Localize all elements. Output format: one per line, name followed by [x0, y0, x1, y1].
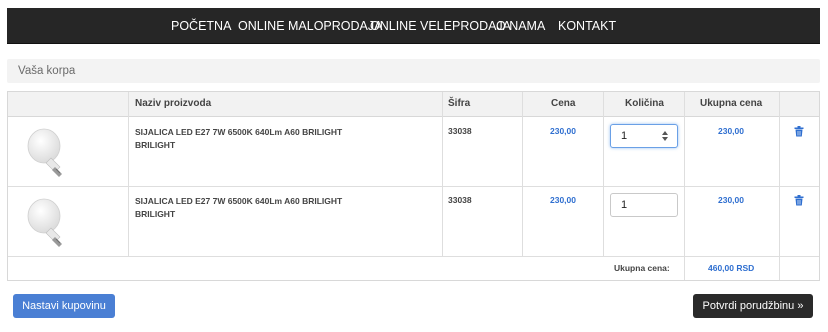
breadcrumb: Vaša korpa	[7, 59, 820, 83]
quantity-value: 1	[621, 130, 628, 142]
product-name[interactable]: SIJALICA LED E27 7W 6500K 640Lm A60 BRIL…	[135, 195, 375, 221]
column-divider	[128, 92, 129, 256]
product-code: 33038	[448, 126, 472, 136]
top-navbar: POČETNA ONLINE MALOPRODAJA ONLINE VELEPR…	[7, 8, 820, 44]
nav-item-o-nama[interactable]: O NAMA	[496, 8, 545, 44]
cart-table: Naziv proizvoda Šifra Cena Količina Ukup…	[7, 91, 820, 281]
product-name[interactable]: SIJALICA LED E27 7W 6500K 640Lm A60 BRIL…	[135, 126, 375, 152]
cart-table-header: Naziv proizvoda Šifra Cena Količina Ukup…	[8, 92, 819, 117]
nav-item-kontakt[interactable]: KONTAKT	[558, 8, 616, 44]
column-header-name: Naziv proizvoda	[135, 98, 212, 109]
breadcrumb-label: Vaša korpa	[18, 65, 76, 77]
continue-shopping-button[interactable]: Nastavi kupovinu	[13, 294, 115, 318]
unit-price: 230,00	[550, 126, 576, 136]
column-header-qty: Količina	[625, 98, 664, 109]
nav-item-online-maloprodaja[interactable]: ONLINE MALOPRODAJA	[238, 8, 382, 44]
trash-icon[interactable]	[794, 126, 804, 137]
row-divider	[8, 186, 819, 187]
column-divider	[442, 92, 443, 256]
row-total: 230,00	[718, 126, 744, 136]
column-divider	[603, 92, 604, 256]
product-name-line: BRILIGHT	[135, 140, 176, 150]
unit-price: 230,00	[550, 195, 576, 205]
cart-total-label: Ukupna cena:	[614, 263, 670, 273]
column-header-code: Šifra	[448, 98, 471, 109]
row-divider	[8, 256, 819, 257]
trash-icon[interactable]	[794, 195, 804, 206]
led-bulb-icon	[27, 128, 62, 177]
nav-item-pocetna[interactable]: POČETNA	[171, 8, 231, 44]
quantity-value: 1	[621, 199, 628, 211]
column-header-price: Cena	[551, 98, 576, 109]
spinner-arrows-icon[interactable]	[661, 130, 669, 142]
product-code: 33038	[448, 195, 472, 205]
product-name-line: SIJALICA LED E27 7W 6500K 640Lm A60 BRIL…	[135, 127, 343, 137]
nav-item-online-veleprodaja[interactable]: ONLINE VELEPRODAJA	[370, 8, 511, 44]
quantity-stepper[interactable]: 1	[610, 124, 678, 148]
confirm-order-button[interactable]: Potvrdi porudžbinu »	[693, 294, 813, 318]
quantity-stepper[interactable]: 1	[610, 193, 678, 217]
product-name-line: SIJALICA LED E27 7W 6500K 640Lm A60 BRIL…	[135, 196, 343, 206]
cart-total-value: 460,00 RSD	[708, 263, 755, 273]
row-total: 230,00	[718, 195, 744, 205]
column-header-total: Ukupna cena	[700, 98, 763, 109]
product-name-line: BRILIGHT	[135, 209, 176, 219]
column-divider	[522, 92, 523, 256]
led-bulb-icon	[27, 198, 62, 247]
